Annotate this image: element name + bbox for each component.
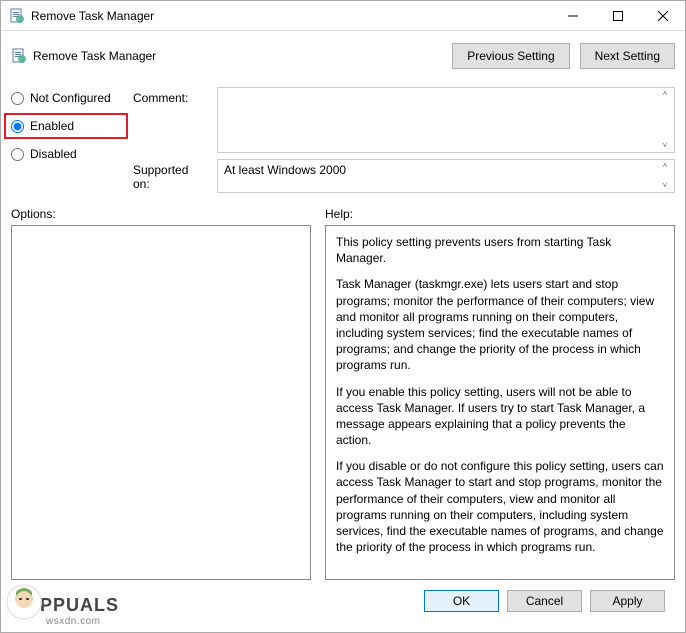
help-label: Help: [325,207,675,221]
radio-enabled[interactable]: Enabled [11,119,121,133]
radio-disabled-label: Disabled [30,147,77,161]
help-panel: This policy setting prevents users from … [325,225,675,580]
supported-label: Supported on: [133,159,207,193]
scrollbar[interactable]: ˄˅ [657,89,673,151]
watermark-url: wsxdn.com [46,616,119,627]
dialog-window: Remove Task Manager Remove Task Manager … [0,0,686,633]
radio-enabled-input[interactable] [11,120,24,133]
scroll-up-icon[interactable]: ˄ [657,89,673,99]
supported-value: At least Windows 2000 [224,163,346,177]
help-text: If you disable or do not configure this … [336,458,664,555]
config-section: Not Configured Enabled Disabled Comment: [11,87,675,193]
header-row: Remove Task Manager Previous Setting Nex… [11,39,675,73]
maximize-button[interactable] [595,1,640,30]
watermark-brand: PPUALS [40,595,119,616]
apply-button[interactable]: Apply [590,590,665,612]
comment-row: Comment: ˄˅ [133,87,675,153]
scrollbar[interactable]: ˄˅ [657,161,673,191]
radio-disabled[interactable]: Disabled [11,147,121,161]
nav-buttons: Previous Setting Next Setting [452,43,675,69]
comment-input[interactable]: ˄˅ [217,87,675,153]
supported-row: Supported on: At least Windows 2000 ˄˅ [133,159,675,193]
help-text: Task Manager (taskmgr.exe) lets users st… [336,276,664,373]
dialog-content: Remove Task Manager Previous Setting Nex… [1,31,685,632]
close-button[interactable] [640,1,685,30]
scroll-down-icon[interactable]: ˅ [657,181,673,191]
section-labels: Options: Help: [11,207,675,225]
comment-label: Comment: [133,87,207,153]
policy-icon [11,48,27,64]
panels: This policy setting prevents users from … [11,225,675,580]
window-title: Remove Task Manager [31,9,550,23]
watermark-avatar-icon [6,584,42,620]
policy-icon [9,8,25,24]
previous-setting-button[interactable]: Previous Setting [452,43,569,69]
highlight-box: Enabled [4,113,128,139]
radio-not-configured-input[interactable] [11,92,24,105]
scroll-down-icon[interactable]: ˅ [657,141,673,151]
window-controls [550,1,685,30]
ok-button[interactable]: OK [424,590,499,612]
radio-not-configured[interactable]: Not Configured [11,91,121,105]
state-radio-group: Not Configured Enabled Disabled [11,87,121,193]
watermark: PPUALS wsxdn.com [6,584,119,627]
options-label: Options: [11,207,311,221]
watermark-logo: PPUALS [6,584,119,620]
radio-disabled-input[interactable] [11,148,24,161]
cancel-button[interactable]: Cancel [507,590,582,612]
radio-enabled-label: Enabled [30,119,74,133]
radio-not-configured-label: Not Configured [30,91,111,105]
next-setting-button[interactable]: Next Setting [580,43,675,69]
minimize-button[interactable] [550,1,595,30]
titlebar: Remove Task Manager [1,1,685,31]
help-text: This policy setting prevents users from … [336,234,664,266]
options-panel [11,225,311,580]
scroll-up-icon[interactable]: ˄ [657,161,673,171]
help-text: If you enable this policy setting, users… [336,384,664,449]
policy-name: Remove Task Manager [33,49,446,63]
fields: Comment: ˄˅ Supported on: At least Windo… [133,87,675,193]
supported-box: At least Windows 2000 ˄˅ [217,159,675,193]
